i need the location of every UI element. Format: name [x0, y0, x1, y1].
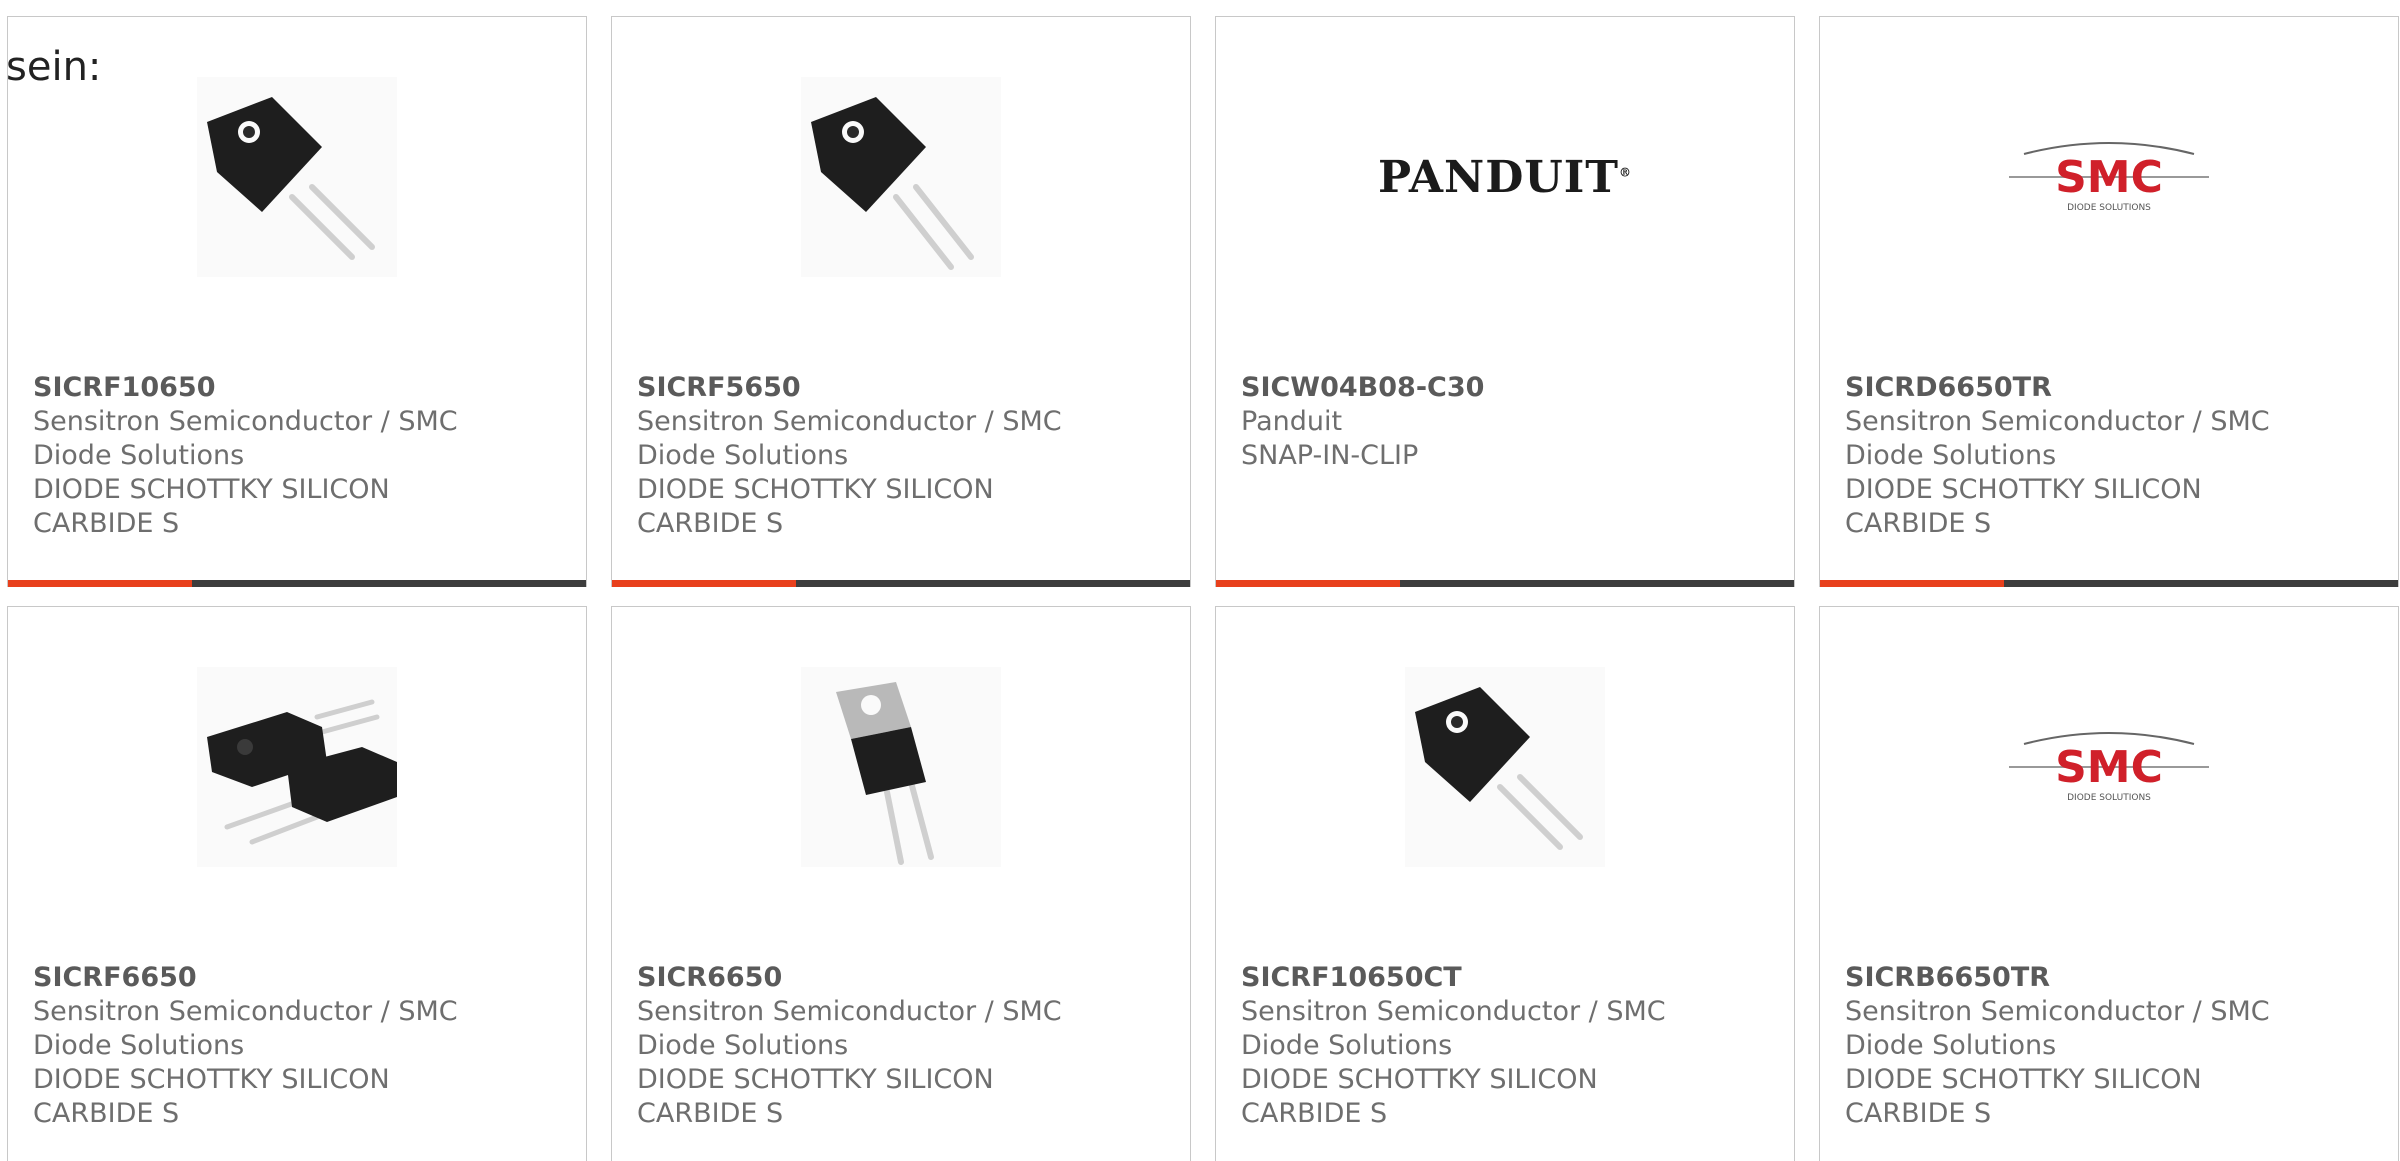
description: DIODE SCHOTTKY SILICON CARBIDE S — [1241, 1064, 1598, 1129]
product-card[interactable]: SICR6650 Sensitron Semiconductor / SMC D… — [611, 606, 1191, 1161]
product-card[interactable]: PANDUIT® SICW04B08-C30 Panduit SNAP-IN-C… — [1215, 16, 1795, 587]
product-image — [8, 77, 586, 277]
description: DIODE SCHOTTKY SILICON CARBIDE S — [33, 474, 390, 539]
part-number[interactable]: SICR6650 — [637, 961, 1170, 995]
product-image: SMC DIODE SOLUTIONS — [1820, 667, 2398, 867]
product-card[interactable]: SICRF10650CT Sensitron Semiconductor / S… — [1215, 606, 1795, 1161]
part-number[interactable]: SICRF10650CT — [1241, 961, 1774, 995]
page: sein: SICRF10650 Sensitron Semiconductor… — [0, 0, 2400, 1161]
smc-logo: SMC DIODE SOLUTIONS — [2009, 142, 2209, 213]
lead-text: sein: — [6, 44, 102, 90]
part-number[interactable]: SICRF6650 — [33, 961, 566, 995]
card-bar-accent — [612, 580, 796, 587]
manufacturer: Sensitron Semiconductor / SMC Diode Solu… — [1845, 406, 2270, 471]
product-card[interactable]: SMC DIODE SOLUTIONS SICRD6650TR Sensitro… — [1819, 16, 2399, 587]
manufacturer: Panduit — [1241, 406, 1343, 437]
card-bar — [8, 580, 586, 587]
part-number[interactable]: SICRF5650 — [637, 371, 1170, 405]
product-card[interactable]: SICRF10650 Sensitron Semiconductor / SMC… — [7, 16, 587, 587]
part-number[interactable]: SICRD6650TR — [1845, 371, 2378, 405]
product-image — [612, 77, 1190, 277]
manufacturer: Sensitron Semiconductor / SMC Diode Solu… — [637, 996, 1062, 1061]
card-bar-accent — [1820, 580, 2004, 587]
product-image — [612, 667, 1190, 867]
description: SNAP-IN-CLIP — [1241, 440, 1419, 471]
manufacturer: Sensitron Semiconductor / SMC Diode Solu… — [33, 996, 458, 1061]
dual-transistor-icon — [197, 667, 397, 867]
smc-logo: SMC DIODE SOLUTIONS — [2009, 732, 2209, 803]
to220f-transistor-icon — [197, 77, 397, 277]
part-number[interactable]: SICRF10650 — [33, 371, 566, 405]
product-image — [8, 667, 586, 867]
product-card[interactable]: SICRF6650 Sensitron Semiconductor / SMC … — [7, 606, 587, 1161]
description: DIODE SCHOTTKY SILICON CARBIDE S — [637, 1064, 994, 1129]
part-number[interactable]: SICW04B08-C30 — [1241, 371, 1774, 405]
svg-text:DIODE SOLUTIONS: DIODE SOLUTIONS — [2067, 203, 2151, 213]
product-grid: SICRF10650 Sensitron Semiconductor / SMC… — [0, 0, 2400, 1161]
svg-text:SMC: SMC — [2055, 152, 2163, 203]
manufacturer: Sensitron Semiconductor / SMC Diode Solu… — [637, 406, 1062, 471]
description: DIODE SCHOTTKY SILICON CARBIDE S — [1845, 1064, 2202, 1129]
card-bar — [1216, 580, 1794, 587]
card-bar-accent — [8, 580, 192, 587]
product-image — [1216, 667, 1794, 867]
manufacturer: Sensitron Semiconductor / SMC Diode Solu… — [1845, 996, 2270, 1061]
svg-text:SMC: SMC — [2055, 742, 2163, 793]
card-bar — [1820, 580, 2398, 587]
part-number[interactable]: SICRB6650TR — [1845, 961, 2378, 995]
manufacturer: Sensitron Semiconductor / SMC Diode Solu… — [1241, 996, 1666, 1061]
to220f-transistor-icon — [1405, 667, 1605, 867]
description: DIODE SCHOTTKY SILICON CARBIDE S — [1845, 474, 2202, 539]
description: DIODE SCHOTTKY SILICON CARBIDE S — [637, 474, 994, 539]
product-card[interactable]: SMC DIODE SOLUTIONS SICRB6650TR Sensitro… — [1819, 606, 2399, 1161]
product-image: SMC DIODE SOLUTIONS — [1820, 77, 2398, 277]
to220-transistor-icon — [801, 667, 1001, 867]
panduit-logo: PANDUIT® — [1377, 151, 1633, 203]
product-image: PANDUIT® — [1216, 77, 1794, 277]
card-bar-accent — [1216, 580, 1400, 587]
svg-text:DIODE SOLUTIONS: DIODE SOLUTIONS — [2067, 793, 2151, 803]
card-bar — [612, 580, 1190, 587]
product-card[interactable]: SICRF5650 Sensitron Semiconductor / SMC … — [611, 16, 1191, 587]
manufacturer: Sensitron Semiconductor / SMC Diode Solu… — [33, 406, 458, 471]
description: DIODE SCHOTTKY SILICON CARBIDE S — [33, 1064, 390, 1129]
to220f-transistor-icon — [801, 77, 1001, 277]
